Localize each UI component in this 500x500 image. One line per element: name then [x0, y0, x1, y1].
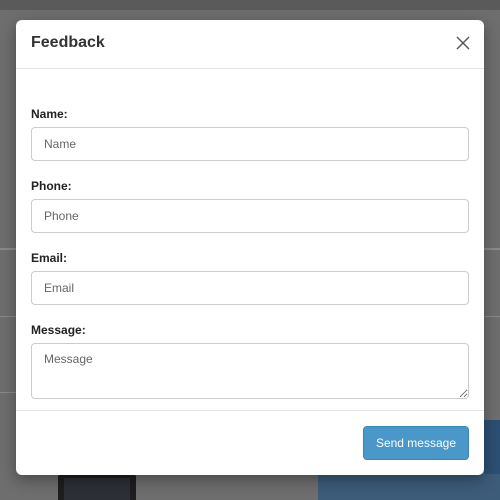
close-icon [456, 36, 470, 50]
background-divider [0, 248, 16, 250]
name-input[interactable] [31, 127, 469, 161]
background-panel [484, 420, 500, 474]
name-label: Name: [31, 107, 68, 121]
background-photo [318, 474, 500, 500]
background-device-screen [64, 478, 130, 500]
background-divider [0, 316, 16, 317]
feedback-modal: Feedback Name: Phone: Email: Message: Se… [16, 20, 484, 475]
background-divider [0, 392, 16, 393]
modal-footer: Send message [16, 410, 484, 475]
email-label: Email: [31, 251, 68, 265]
message-label: Message: [31, 323, 86, 337]
email-input[interactable] [31, 271, 469, 305]
close-button[interactable] [456, 36, 470, 50]
background-divider [484, 248, 500, 250]
phone-input[interactable] [31, 199, 469, 233]
modal-header: Feedback [16, 20, 484, 69]
modal-title: Feedback [31, 34, 105, 51]
send-message-button[interactable]: Send message [362, 426, 469, 460]
background-header [0, 0, 500, 10]
message-textarea[interactable] [31, 343, 469, 399]
background-divider [484, 316, 500, 317]
phone-label: Phone: [31, 179, 72, 193]
